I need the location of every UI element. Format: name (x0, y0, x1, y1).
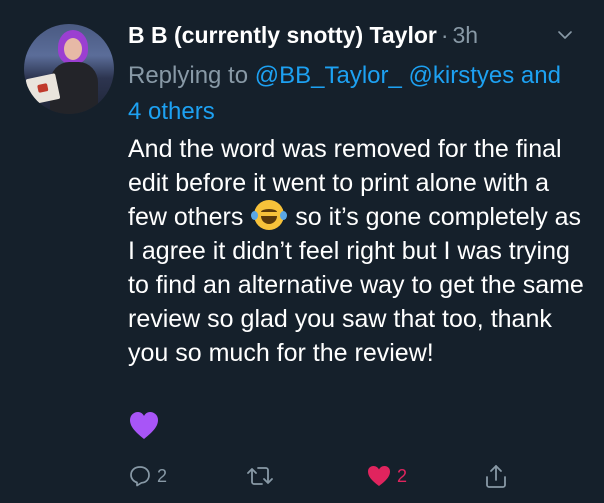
avatar[interactable] (24, 24, 114, 114)
avatar-book-detail (37, 83, 49, 93)
purple-heart-emoji-icon (130, 412, 158, 439)
retweet-icon (247, 467, 273, 485)
tweet[interactable]: B B (currently snotty) Taylor · 3h Replyin… (0, 0, 604, 503)
heart-icon (368, 466, 390, 486)
chevron-down-icon[interactable] (558, 28, 572, 42)
reply-icon (130, 466, 150, 487)
reply-prefix: Replying to (128, 62, 249, 89)
reply-mention[interactable]: @BB_Taylor_ (255, 62, 402, 89)
share-icon (486, 465, 506, 488)
reply-button[interactable]: 2 (128, 462, 167, 490)
replying-to: Replying to @BB_Taylor_ @kirstyes and 4 … (128, 58, 578, 130)
reply-mention[interactable]: @kirstyes (409, 62, 515, 89)
tweet-text: And the word was removed for the final e… (128, 132, 590, 370)
retweet-button[interactable] (246, 462, 279, 490)
share-button[interactable] (484, 462, 508, 490)
tweet-actions: 2 2 (128, 462, 528, 490)
author-name[interactable]: B B (currently snotty) Taylor (128, 22, 437, 48)
tears-of-joy-emoji-icon (251, 200, 288, 230)
tweet-time[interactable]: 3h (453, 22, 479, 48)
reply-count: 2 (157, 465, 168, 486)
tweet-header: B B (currently snotty) Taylor · 3h (128, 22, 582, 52)
like-count: 2 (397, 465, 408, 486)
avatar-face (64, 38, 82, 60)
like-button[interactable]: 2 (366, 462, 407, 490)
separator-dot: · (440, 22, 449, 48)
